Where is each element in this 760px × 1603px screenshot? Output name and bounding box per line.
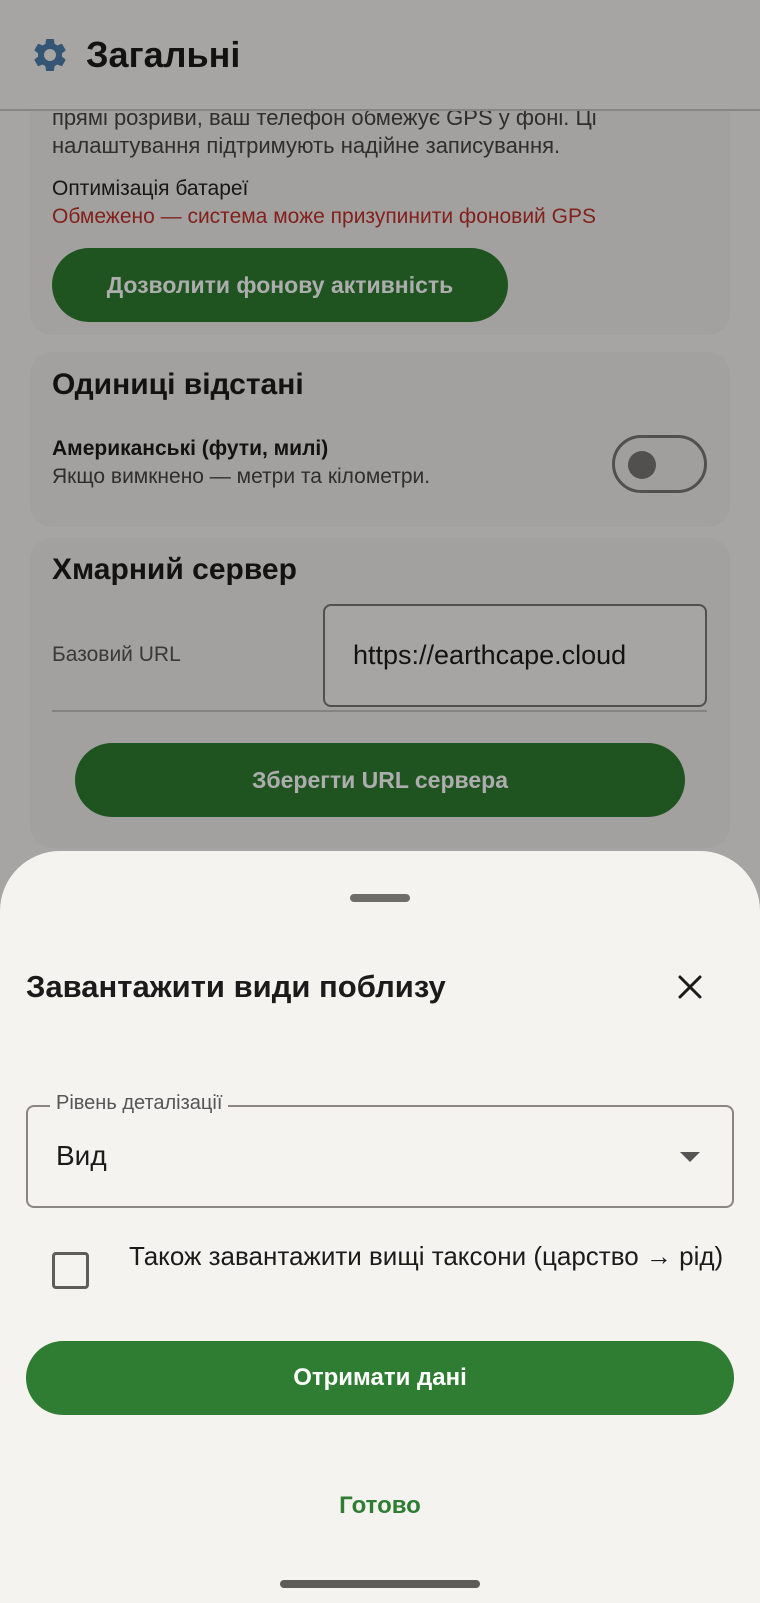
home-indicator[interactable] [280,1580,480,1588]
done-button[interactable]: Готово [300,1476,460,1536]
close-button[interactable] [665,962,715,1012]
download-nearby-species-sheet: Завантажити види поблизу Рівень деталіза… [0,851,760,1603]
sheet-drag-handle[interactable] [350,894,410,902]
detail-level-dropdown[interactable]: Рівень деталізації Вид [26,1092,734,1208]
fetch-data-button[interactable]: Отримати дані [26,1341,734,1415]
sheet-title: Завантажити види поблизу [26,969,446,1004]
detail-level-label: Рівень деталізації [50,1092,229,1115]
higher-taxa-label[interactable]: Також завантажити вищі таксони (царство … [129,1239,729,1274]
dropdown-arrow-icon [680,1152,700,1162]
close-icon [678,975,702,999]
detail-level-value: Вид [56,1140,107,1171]
higher-taxa-checkbox[interactable] [52,1252,89,1289]
